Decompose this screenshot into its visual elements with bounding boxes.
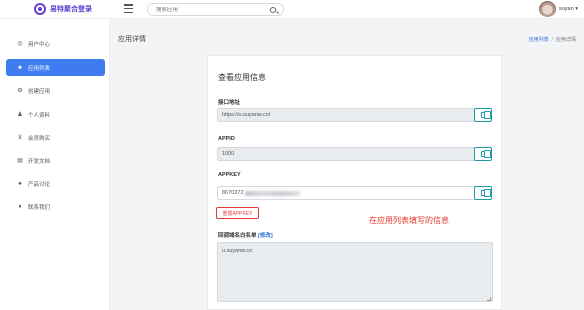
page-title: 应用详情 (118, 36, 146, 43)
sidebar-item-docs[interactable]: ▤ 开发文档 (6, 152, 105, 169)
user-menu[interactable]: suyan ▾ (539, 1, 578, 17)
doc-icon: ▤ (17, 157, 23, 164)
sidebar-item-label: 会员购买 (28, 135, 51, 142)
appid-label: APPID (218, 136, 235, 142)
avatar (539, 1, 556, 17)
brand-logo-icon (34, 3, 46, 15)
appkey-label: APPKEY (218, 172, 241, 178)
sidebar-item-membership[interactable]: ⊻ 会员购买 (6, 129, 105, 146)
appkey-field[interactable]: 8670372 (217, 186, 488, 200)
edit-callback-link[interactable]: [修改] (258, 233, 273, 239)
copy-appkey-button[interactable] (474, 186, 492, 200)
sidebar-item-user-center[interactable]: ◎ 用户中心 (6, 35, 105, 52)
annotation-text: 在应用列表填写的信息 (369, 216, 449, 225)
brand[interactable]: 易特聚合登录 (34, 3, 92, 15)
cart-icon: ⊻ (17, 134, 23, 141)
api-url-field[interactable]: https://u.suyanw.cn/ (217, 108, 488, 122)
menu-toggle-icon[interactable] (124, 4, 133, 13)
sidebar-item-discussion[interactable]: ● 产品讨论 (6, 175, 105, 192)
copy-icon (481, 149, 491, 158)
create-app-icon: ⚙ (17, 87, 23, 94)
breadcrumb-app-list[interactable]: 应用列表 (529, 37, 549, 43)
reset-appkey-button[interactable]: 重置APPKEY (216, 207, 259, 219)
redaction-blur (245, 190, 301, 196)
sidebar-item-create-app[interactable]: ⚙ 创建应用 (6, 82, 105, 99)
profile-icon: ♟ (17, 111, 23, 118)
copy-icon (481, 188, 491, 197)
appid-field[interactable]: 1000 (217, 147, 488, 161)
sidebar-item-profile[interactable]: ♟ 个人资料 (6, 106, 105, 123)
sidebar-item-label: 应用列表 (28, 65, 51, 72)
sidebar-item-label: 开发文档 (28, 158, 51, 165)
search-icon[interactable] (270, 6, 276, 13)
breadcrumb: 应用列表 / 应用详情 (529, 36, 576, 43)
resize-handle[interactable] (487, 297, 491, 301)
user-center-icon: ◎ (17, 40, 23, 47)
discussion-icon: ● (18, 180, 22, 187)
sidebar-item-label: 产品讨论 (28, 181, 51, 188)
callback-whitelist-label: 回调域名白名单 [修改] (218, 233, 273, 239)
api-url-label: 接口地址 (218, 100, 241, 106)
sidebar: ◎ 用户中心 ♣ 应用列表 ⚙ 创建应用 ♟ 个人资料 ⊻ 会员购买 ▤ 开发文… (0, 19, 110, 310)
sidebar-item-label: 个人资料 (28, 112, 51, 119)
sidebar-item-label: 联系我们 (28, 204, 51, 211)
sidebar-item-app-list[interactable]: ♣ 应用列表 (6, 59, 105, 76)
card-title: 查看应用信息 (218, 73, 266, 82)
search-box (147, 3, 284, 16)
copy-api-url-button[interactable] (474, 108, 492, 122)
sidebar-item-contact[interactable]: ♦ 联系我们 (6, 198, 105, 215)
search-input[interactable] (156, 6, 266, 13)
user-name: suyan ▾ (559, 6, 578, 12)
sidebar-item-label: 创建应用 (28, 88, 51, 95)
app-list-icon: ♣ (18, 64, 22, 71)
callback-whitelist-textarea[interactable]: u.suyanw.cn (217, 242, 493, 302)
top-bar: 易特聚合登录 suyan ▾ (0, 0, 584, 19)
copy-appid-button[interactable] (474, 147, 492, 161)
breadcrumb-separator: / (551, 37, 553, 43)
contact-icon: ♦ (18, 203, 22, 210)
copy-icon (481, 110, 491, 119)
breadcrumb-current: 应用详情 (555, 37, 576, 43)
sidebar-item-label: 用户中心 (28, 41, 51, 48)
brand-name: 易特聚合登录 (50, 6, 92, 13)
